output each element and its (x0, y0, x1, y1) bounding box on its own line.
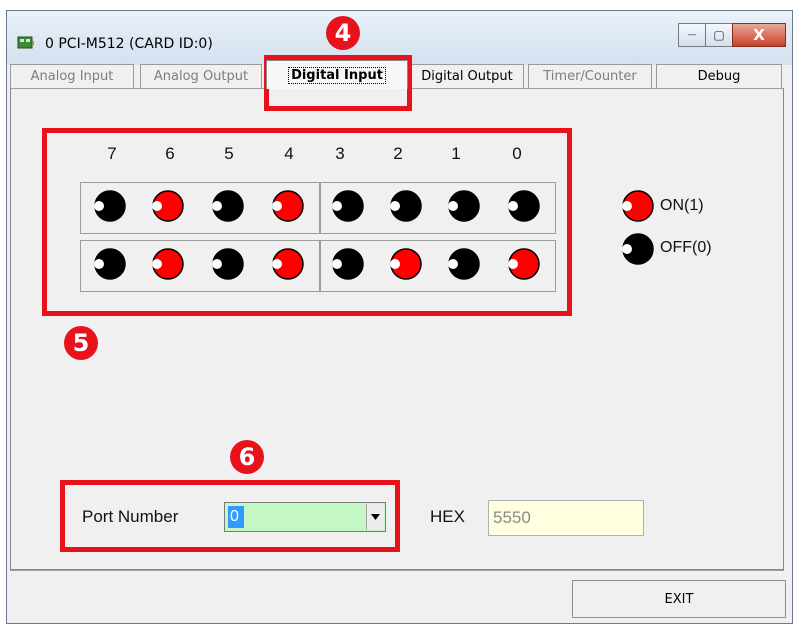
tab-analog-input[interactable]: Analog Input (10, 64, 134, 88)
caption-buttons: — ▢ X (678, 23, 786, 49)
tab-strip: Analog Input Analog Output Digital Input… (10, 58, 784, 89)
status-separator (10, 570, 784, 571)
close-button[interactable]: X (732, 23, 786, 47)
tab-timer-counter[interactable]: Timer/Counter (528, 64, 652, 88)
led-on-indicator (390, 248, 422, 280)
badge-number: 6 (238, 443, 256, 471)
tab-debug[interactable]: Debug (656, 64, 782, 88)
tab-analog-output[interactable]: Analog Output (140, 64, 262, 88)
exit-label: EXIT (664, 591, 694, 607)
legend-on-led-icon (622, 190, 654, 222)
led-off-indicator (508, 190, 540, 222)
bit-label: 5 (224, 144, 234, 163)
tab-label: Digital Output (421, 69, 513, 84)
led-off-indicator (332, 248, 364, 280)
legend-off-label: OFF(0) (660, 239, 712, 256)
annotation-badge-5: 5 (64, 326, 98, 360)
led-on-indicator (272, 190, 304, 222)
minimize-button[interactable]: — (678, 23, 706, 47)
tab-label: Analog Input (30, 69, 114, 84)
hex-value-field[interactable]: 5550 (488, 500, 644, 536)
bit-label: 1 (451, 144, 461, 163)
port-number-label: Port Number (82, 507, 179, 526)
led-off-indicator (448, 248, 480, 280)
led-off-indicator (212, 190, 244, 222)
legend-on-label: ON(1) (660, 197, 704, 214)
led-on-indicator (272, 248, 304, 280)
tab-label: Timer/Counter (543, 69, 637, 84)
tab-label: Debug (697, 69, 741, 84)
led-on-indicator (508, 248, 540, 280)
maximize-icon: ▢ (713, 28, 725, 42)
bit-label: 6 (165, 144, 175, 163)
led-on-indicator (152, 190, 184, 222)
maximize-button[interactable]: ▢ (705, 23, 733, 47)
minimize-icon: — (687, 30, 697, 40)
chevron-down-icon (371, 514, 380, 520)
tab-digital-input[interactable]: Digital Input (266, 60, 408, 89)
dropdown-button[interactable] (366, 504, 384, 530)
window-title: 0 PCI-M512 (CARD ID:0) (45, 36, 213, 52)
port-number-select[interactable]: 0 (224, 502, 386, 532)
hex-label: HEX (430, 507, 465, 526)
led-off-indicator (212, 248, 244, 280)
annotation-badge-4: 4 (326, 16, 360, 50)
tab-label: Digital Input (288, 66, 386, 84)
bit-label: 4 (284, 144, 294, 163)
exit-button[interactable]: EXIT (572, 580, 786, 618)
bit-label: 2 (393, 144, 403, 163)
badge-number: 5 (72, 329, 90, 357)
led-on-indicator (152, 248, 184, 280)
tab-label: Analog Output (153, 69, 249, 84)
led-off-indicator (390, 190, 422, 222)
legend-off-led-icon (622, 233, 654, 265)
port-number-value: 0 (228, 506, 244, 528)
led-off-indicator (94, 190, 126, 222)
led-off-indicator (332, 190, 364, 222)
close-icon: X (753, 26, 765, 44)
bit-label: 3 (335, 144, 345, 163)
annotation-badge-6: 6 (230, 440, 264, 474)
bit-label: 7 (107, 144, 117, 163)
tab-digital-output[interactable]: Digital Output (410, 64, 524, 88)
led-off-indicator (448, 190, 480, 222)
card-app-icon (17, 36, 34, 49)
badge-number: 4 (334, 19, 352, 47)
bit-label: 0 (512, 144, 522, 163)
led-off-indicator (94, 248, 126, 280)
